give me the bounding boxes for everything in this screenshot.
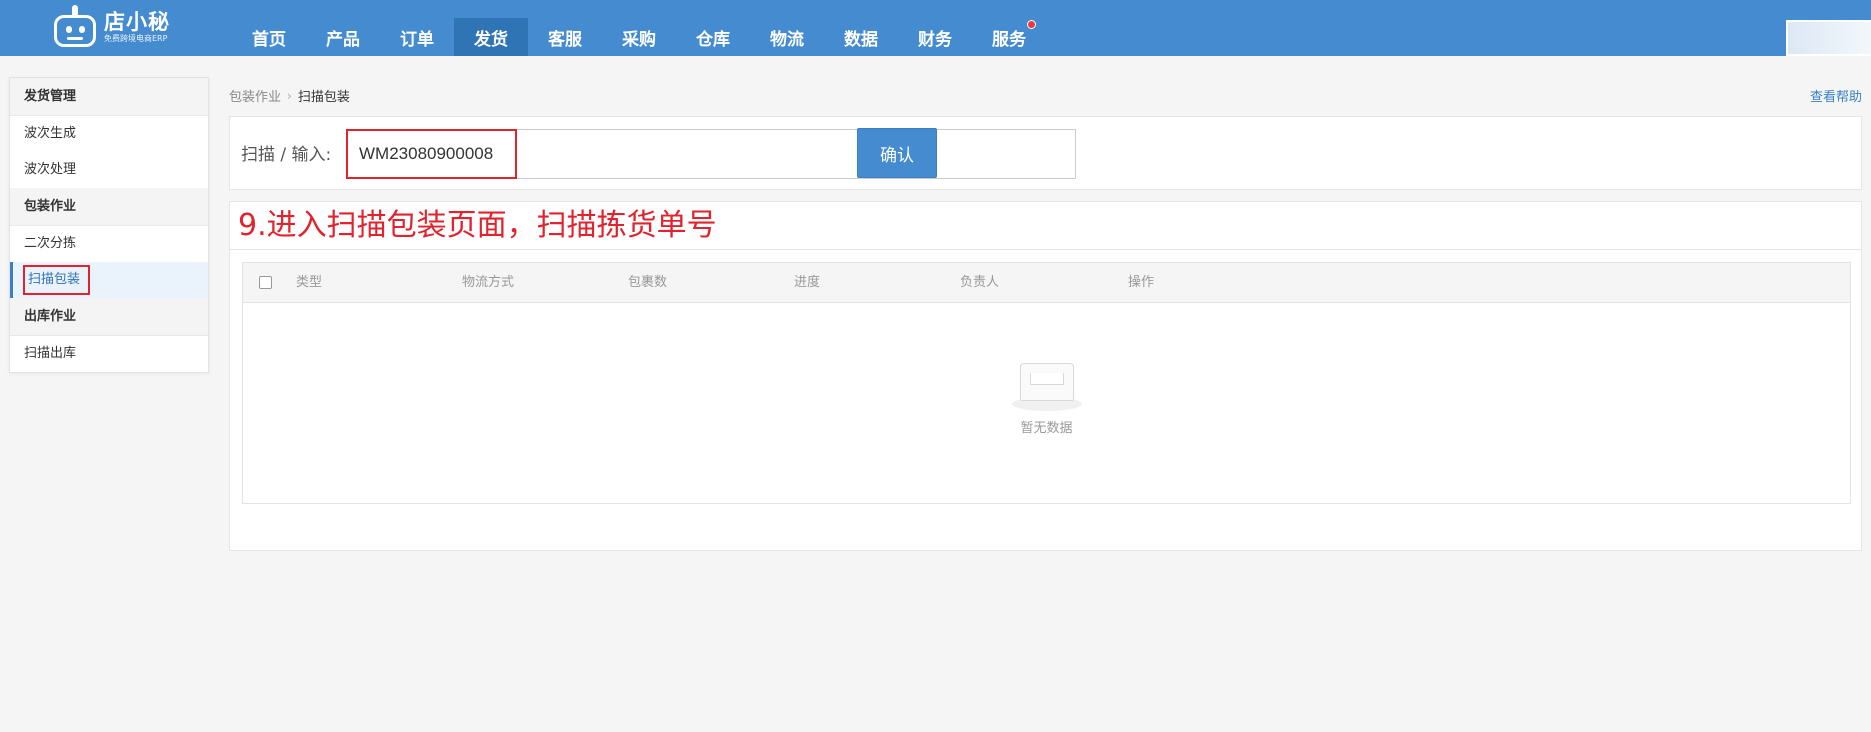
nav-purchasing[interactable]: 采购 [602,18,676,56]
nav-home[interactable]: 首页 [232,18,306,56]
brand-name: 店小秘 [104,10,170,34]
sidebar: 发货管理 波次生成 波次处理 包装作业 二次分拣 扫描包装 出库作业 扫描出库 [9,77,209,373]
breadcrumb-current: 扫描包装 [297,90,350,105]
results-table: 类型 物流方式 包裹数 进度 负责人 操作 暂无数据 [242,262,1851,504]
sidebar-group-outbound: 出库作业 [10,298,208,336]
result-panel: 9.进入扫描包装页面，扫描拣货单号 类型 物流方式 包裹数 进度 负责人 操作 … [229,201,1862,551]
nav-shipping[interactable]: 发货 [454,18,528,56]
notification-dot [1027,20,1036,29]
sidebar-item-wave-generate[interactable]: 波次生成 [10,116,208,152]
top-nav-bar: 店小秘 免费跨境电商ERP 首页 产品 订单 发货 客服 采购 仓库 物流 数据… [0,0,1871,56]
main-nav: 首页 产品 订单 发货 客服 采购 仓库 物流 数据 财务 服务 [232,18,1046,56]
empty-inbox-icon [1011,363,1082,411]
confirm-button[interactable]: 确认 [857,128,937,178]
col-package-count: 包裹数 [628,275,668,290]
sidebar-item-secondary-sort[interactable]: 二次分拣 [10,226,208,262]
nav-orders[interactable]: 订单 [380,18,454,56]
chevron-right-icon: › [287,88,292,103]
brand-tagline: 免费跨境电商ERP [104,34,168,43]
col-shipping-method: 物流方式 [462,275,515,290]
robot-logo-icon [52,5,98,49]
col-progress: 进度 [794,275,821,290]
sidebar-group-shipping-management: 发货管理 [10,78,208,116]
col-actions: 操作 [1128,275,1155,290]
breadcrumb-parent[interactable]: 包装作业 [229,86,281,105]
empty-text: 暂无数据 [1020,421,1073,436]
nav-products[interactable]: 产品 [306,18,380,56]
col-owner: 负责人 [960,275,1000,290]
table-header: 类型 物流方式 包裹数 进度 负责人 操作 [243,263,1850,303]
nav-logistics[interactable]: 物流 [750,18,824,56]
empty-state: 暂无数据 [243,363,1850,436]
scan-panel: 扫描 / 输入: 确认 [229,116,1862,190]
nav-data[interactable]: 数据 [824,18,898,56]
nav-customer-service[interactable]: 客服 [528,18,602,56]
tutorial-annotation: 9.进入扫描包装页面，扫描拣货单号 [238,208,717,243]
sidebar-item-scan-pack[interactable]: 扫描包装 [10,262,208,298]
sidebar-item-wave-process[interactable]: 波次处理 [10,152,208,188]
breadcrumb: 包装作业 › 扫描包装 [229,86,350,106]
select-all-checkbox[interactable] [259,276,272,289]
nav-finance[interactable]: 财务 [898,18,972,56]
help-link[interactable]: 查看帮助 [1810,86,1862,105]
sidebar-item-label: 扫描包装 [23,265,91,295]
user-account-area[interactable] [1786,20,1871,56]
sidebar-item-scan-outbound[interactable]: 扫描出库 [10,336,208,372]
scan-label: 扫描 / 输入: [241,145,332,165]
sidebar-group-packing: 包装作业 [10,188,208,226]
divider [230,249,1861,250]
nav-warehouse[interactable]: 仓库 [676,18,750,56]
logo[interactable]: 店小秘 免费跨境电商ERP [52,4,170,50]
nav-services[interactable]: 服务 [972,18,1046,56]
col-type: 类型 [296,275,323,290]
scan-input[interactable] [346,129,1076,179]
